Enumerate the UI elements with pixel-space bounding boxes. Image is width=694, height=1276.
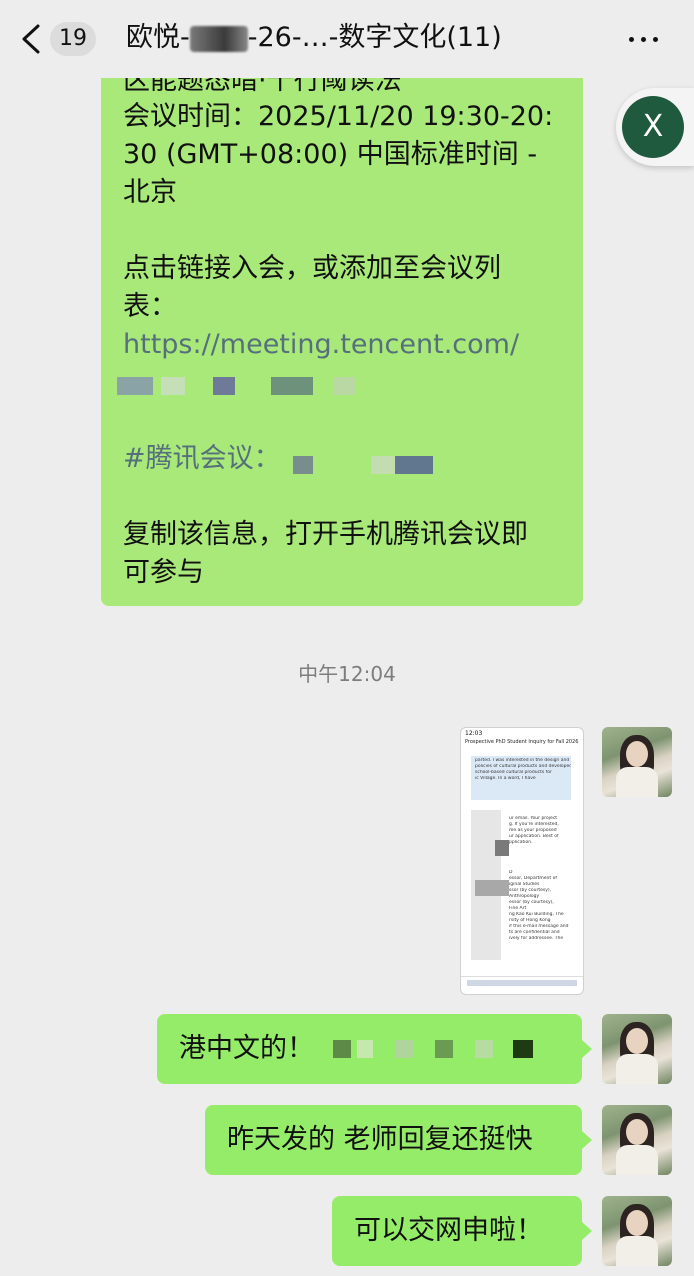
unread-count-badge[interactable]: 19 xyxy=(50,22,96,56)
message-text: 昨天发的 老师回复还挺快 xyxy=(227,1124,533,1155)
message-timestamp: 中午12:04 xyxy=(298,662,396,686)
bubble-tail xyxy=(582,1131,592,1149)
close-icon[interactable]: X xyxy=(622,96,684,158)
message-text: 可以交网申啦！ xyxy=(354,1215,543,1246)
message-line: 复制该信息，打开手机腾讯会议即 xyxy=(123,519,528,550)
thumb-line: ic Village. In a word, I have xyxy=(475,776,536,781)
avatar[interactable] xyxy=(602,1196,672,1266)
meeting-invite-bubble[interactable]: 区能题态暗·十行阈读法 会议时间：2025/11/20 19:30-20: 30… xyxy=(101,40,583,606)
message-line: 北京 xyxy=(123,177,177,208)
message-line: 会议时间：2025/11/20 19:30-20: xyxy=(123,101,554,132)
message-line: 点击链接入会，或添加至会议列 xyxy=(123,253,501,284)
thumb-line: pplication. xyxy=(509,840,533,845)
chat-bubble[interactable]: 可以交网申啦！ xyxy=(332,1196,582,1266)
avatar[interactable] xyxy=(602,1014,672,1084)
more-dots-icon[interactable] xyxy=(626,24,662,54)
meeting-id-label: #腾讯会议： xyxy=(123,443,281,474)
chevron-left-icon[interactable] xyxy=(18,22,48,56)
message-line: 可参与 xyxy=(123,557,204,588)
screenshot-image-message[interactable]: 12:03 Prospective PhD Student Inquiry fo… xyxy=(460,727,584,995)
thumb-line: ively for addressee. The xyxy=(509,936,564,941)
redacted-title-part xyxy=(189,25,248,52)
floating-close-button[interactable]: X xyxy=(616,88,694,166)
chat-bubble[interactable]: 昨天发的 老师回复还挺快 xyxy=(205,1105,582,1175)
meeting-link[interactable]: https://meeting.tencent.com/ xyxy=(123,326,519,364)
redacted-block xyxy=(495,840,509,856)
chat-title-suffix: -26-…-数字文化(11) xyxy=(247,22,502,53)
message-line: 30 (GMT+08:00) 中国标准时间 - xyxy=(123,139,538,170)
chat-title: 欧悦- -26-…-数字文化(11) xyxy=(126,18,586,58)
thumb-toolbar xyxy=(467,980,577,986)
chat-header: 19 欧悦- -26-…-数字文化(11) xyxy=(0,0,694,78)
redacted-block xyxy=(475,880,509,896)
avatar[interactable] xyxy=(602,727,672,797)
avatar[interactable] xyxy=(602,1105,672,1175)
message-line: 表： xyxy=(123,291,177,322)
thumb-toolbar-divider xyxy=(461,976,583,977)
thumb-mail-title: Prospective PhD Student Inquiry for Fall… xyxy=(465,739,579,745)
chat-title-prefix: 欧悦- xyxy=(126,22,190,53)
thumb-status-time: 12:03 xyxy=(465,730,483,737)
bubble-tail xyxy=(582,1040,592,1058)
message-text: 港中文的！ xyxy=(179,1033,314,1064)
chat-bubble[interactable]: 港中文的！ xyxy=(157,1014,582,1084)
bubble-tail xyxy=(582,1222,592,1240)
